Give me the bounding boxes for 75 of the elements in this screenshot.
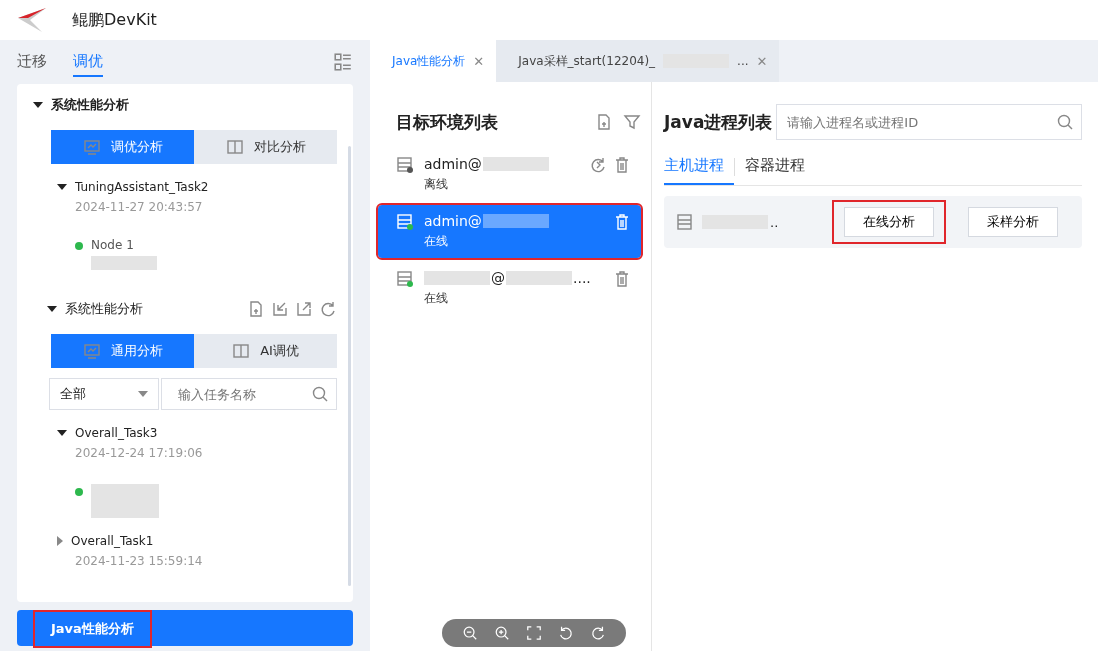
expand-arrow-icon[interactable] — [57, 184, 67, 190]
section-title: 系统性能分析 — [51, 96, 129, 114]
fullscreen-icon[interactable] — [526, 625, 542, 641]
document-tab[interactable]: Java采样_start(12204)_ ... ✕ — [496, 40, 780, 82]
java-analysis-button[interactable]: Java性能分析 — [17, 610, 353, 646]
close-icon[interactable]: ✕ — [473, 53, 485, 69]
document-tab[interactable]: Java性能分析 ✕ — [370, 40, 497, 82]
add-file-icon[interactable] — [595, 113, 613, 131]
server-icon — [396, 213, 414, 231]
filter-dropdown[interactable]: 全部 — [49, 378, 159, 410]
expand-arrow-icon[interactable] — [33, 102, 43, 108]
split-panel-icon[interactable] — [232, 342, 251, 360]
delete-icon[interactable] — [613, 213, 631, 231]
refresh-icon[interactable] — [589, 156, 607, 174]
label-text: admin@ — [424, 156, 482, 172]
task-name[interactable]: Overall_Task1 — [71, 534, 154, 548]
label-text: admin@ — [424, 213, 482, 229]
scrollbar[interactable] — [348, 146, 351, 586]
panel-title: 目标环境列表 — [396, 110, 498, 134]
task-date: 2024-11-27 20:43:57 — [74, 200, 204, 214]
status-text: 在线 — [424, 233, 449, 250]
rotate-left-icon[interactable] — [558, 625, 574, 641]
refresh-icon[interactable] — [319, 300, 337, 318]
server-icon — [396, 270, 414, 288]
zoom-out-icon[interactable] — [462, 625, 478, 641]
task-name[interactable]: Overall_Task3 — [75, 426, 158, 440]
status-text: 在线 — [424, 290, 449, 307]
panel-title: Java进程列表 — [664, 110, 773, 134]
environment-item[interactable]: admin@ 离线 — [378, 148, 641, 201]
task-name[interactable]: TuningAssistant_Task2 — [75, 180, 209, 194]
environment-item[interactable]: admin@ 在线 — [378, 205, 641, 258]
process-tab[interactable]: 容器进程 — [735, 148, 815, 185]
section-title: 系统性能分析 — [65, 300, 143, 318]
analysis-button[interactable]: 在线分析 — [844, 207, 934, 237]
segment-tab[interactable]: 通用分析 — [51, 334, 194, 368]
zoom-in-icon[interactable] — [494, 625, 510, 641]
blurred-text-block — [482, 214, 549, 228]
import-icon[interactable] — [271, 300, 289, 318]
label-text: Java采样_start(12204)_ — [518, 52, 656, 70]
delete-icon[interactable] — [613, 156, 631, 174]
analysis-button[interactable]: 采样分析 — [968, 207, 1058, 237]
label-text: Java性能分析 — [392, 52, 466, 70]
blurred-text-block — [506, 271, 572, 285]
label-text: @ — [491, 270, 505, 286]
blurred-text-block — [482, 157, 549, 171]
blurred-text-block — [424, 271, 490, 285]
search-icon[interactable] — [311, 385, 329, 403]
server-icon[interactable] — [676, 213, 694, 231]
status-text: 离线 — [424, 176, 449, 193]
app-title: 鲲鹏DevKit — [72, 9, 157, 31]
split-panel-icon[interactable] — [225, 138, 244, 156]
label-text: Node 1 — [91, 238, 135, 252]
server-icon — [396, 156, 414, 174]
filter-icon[interactable] — [623, 113, 641, 131]
nav-tab[interactable]: 调优 — [73, 47, 103, 77]
nav-tab[interactable]: 迁移 — [17, 47, 47, 77]
expand-arrow-icon[interactable] — [47, 306, 57, 312]
blurred-text-block — [91, 256, 157, 270]
process-search-field[interactable]: 请输入进程名或进程ID — [776, 104, 1082, 140]
search-icon[interactable] — [1056, 113, 1074, 131]
rotate-right-icon[interactable] — [590, 625, 606, 641]
task-search-field[interactable]: 输入任务名称 — [161, 378, 337, 410]
label-text: ... — [737, 54, 749, 68]
environment-item[interactable]: @ .... 在线 — [378, 262, 641, 315]
segment-tab[interactable]: 调优分析 — [51, 130, 194, 164]
new-file-icon[interactable] — [247, 300, 265, 318]
delete-icon[interactable] — [613, 270, 631, 288]
label-text: .. — [770, 214, 779, 230]
list-view-icon[interactable] — [333, 52, 353, 72]
expand-arrow-icon[interactable] — [57, 430, 67, 436]
task-date: 2024-11-23 15:59:14 — [74, 554, 204, 568]
task-date: 2024-12-24 17:19:06 — [74, 446, 204, 460]
export-icon[interactable] — [295, 300, 313, 318]
blurred-text-block — [91, 484, 159, 518]
label-text: .... — [573, 270, 591, 286]
